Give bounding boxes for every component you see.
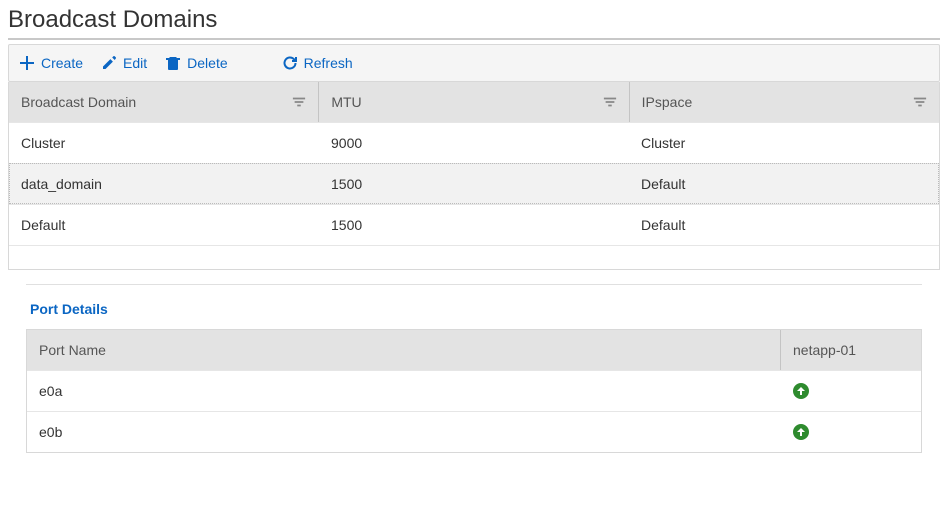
refresh-icon [282,55,298,71]
col-header-label: Broadcast Domain [21,94,136,110]
trash-icon [165,55,181,71]
cell-node-status [781,412,921,452]
port-row[interactable]: e0b [27,411,921,452]
cell-mtu: 1500 [319,205,629,245]
create-label: Create [41,55,83,71]
table-row[interactable]: Cluster9000Cluster [9,122,939,163]
table-row[interactable]: Default1500Default [9,204,939,245]
port-details-header-row: Port Name netapp-01 [27,330,921,370]
cell-ipspace: Default [629,205,939,245]
cell-ipspace: Cluster [629,123,939,163]
col-header-mtu[interactable]: MTU [319,82,629,122]
filter-icon[interactable] [603,95,617,109]
table-row[interactable]: data_domain1500Default [9,163,939,204]
col-header-node[interactable]: netapp-01 [781,330,921,370]
cell-ipspace: Default [629,164,939,204]
cell-mtu: 9000 [319,123,629,163]
col-header-label: netapp-01 [793,342,856,358]
edit-label: Edit [123,55,147,71]
cell-port-name: e0b [27,412,781,452]
cell-mtu: 1500 [319,164,629,204]
status-up-icon [793,383,809,399]
broadcast-domains-table: Broadcast Domain MTU IPspace Cluster9000… [8,82,940,270]
plus-icon [19,55,35,71]
col-header-label: MTU [331,94,361,110]
refresh-label: Refresh [304,55,353,71]
table-header-row: Broadcast Domain MTU IPspace [9,82,939,122]
status-up-icon [793,424,809,440]
cell-node-status [781,371,921,411]
col-header-ipspace[interactable]: IPspace [630,82,939,122]
table-footer [9,245,939,269]
cell-port-name: e0a [27,371,781,411]
filter-icon[interactable] [292,95,306,109]
filter-icon[interactable] [913,95,927,109]
port-details-title: Port Details [26,293,922,329]
cell-broadcast-domain: Default [9,205,319,245]
toolbar: Create Edit Delete Refresh [8,44,940,82]
port-details-table: Port Name netapp-01 e0ae0b [26,329,922,453]
col-header-label: Port Name [39,342,106,358]
refresh-button[interactable]: Refresh [282,55,353,71]
port-details-panel: Port Details Port Name netapp-01 e0ae0b [26,284,922,453]
col-header-broadcast-domain[interactable]: Broadcast Domain [9,82,319,122]
page-title: Broadcast Domains [8,0,940,40]
create-button[interactable]: Create [19,55,83,71]
pencil-icon [101,55,117,71]
col-header-label: IPspace [642,94,693,110]
cell-broadcast-domain: data_domain [9,164,319,204]
delete-button[interactable]: Delete [165,55,227,71]
delete-label: Delete [187,55,227,71]
col-header-port-name[interactable]: Port Name [27,330,781,370]
port-row[interactable]: e0a [27,370,921,411]
edit-button[interactable]: Edit [101,55,147,71]
cell-broadcast-domain: Cluster [9,123,319,163]
